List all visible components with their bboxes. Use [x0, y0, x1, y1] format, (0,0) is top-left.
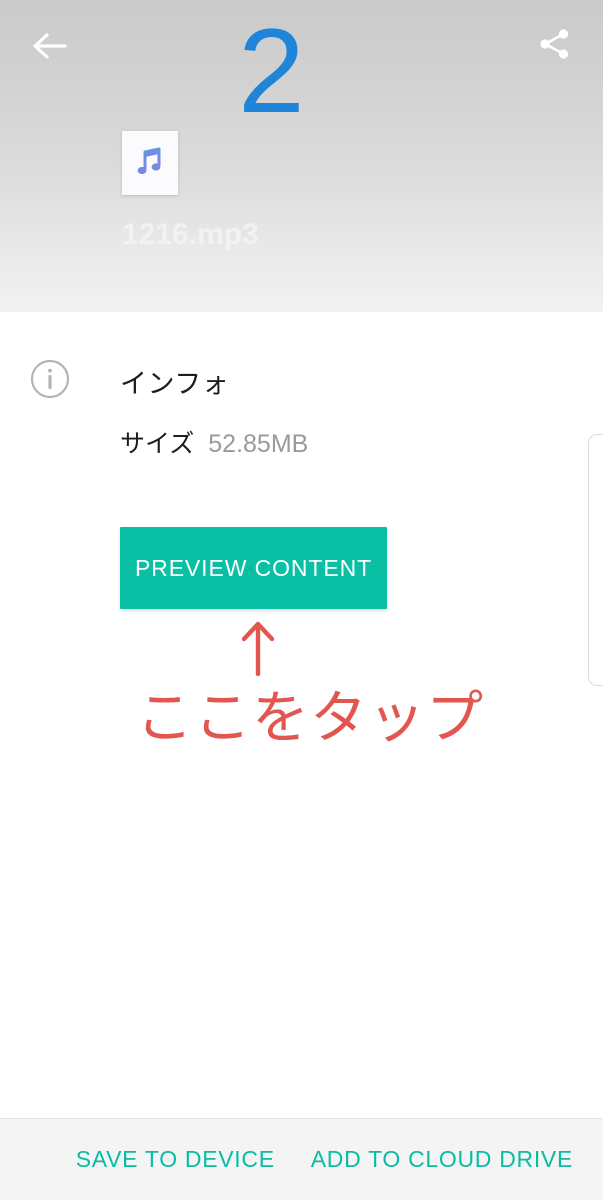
- back-arrow-icon: [33, 31, 67, 66]
- file-name-label: 1216.mp3: [122, 218, 259, 251]
- info-circle-icon: [29, 358, 71, 400]
- save-to-device-button[interactable]: SAVE TO DEVICE: [74, 1138, 277, 1181]
- preview-content-button[interactable]: PREVIEW CONTENT: [120, 527, 387, 609]
- file-size-row: サイズ 52.85MB: [120, 424, 308, 460]
- info-section-title: インフォ: [120, 369, 230, 399]
- file-preview-header: 1216.mp3: [0, 0, 603, 312]
- back-button[interactable]: [24, 22, 76, 74]
- side-card-edge: [588, 434, 603, 686]
- share-button[interactable]: [527, 18, 583, 74]
- file-size-value: 52.85MB: [208, 430, 309, 458]
- add-to-cloud-drive-button[interactable]: ADD TO CLOUD DRIVE: [309, 1138, 575, 1181]
- bottom-action-bar: SAVE TO DEVICE ADD TO CLOUD DRIVE: [0, 1118, 603, 1200]
- share-icon: [538, 27, 572, 66]
- file-thumbnail: [122, 131, 178, 195]
- file-detail-screen: 1216.mp3 インフォ サイズ 52.85MB PREVIEW CONTEN…: [0, 0, 603, 1200]
- file-size-label: サイズ: [120, 430, 195, 458]
- music-note-icon: [132, 143, 168, 184]
